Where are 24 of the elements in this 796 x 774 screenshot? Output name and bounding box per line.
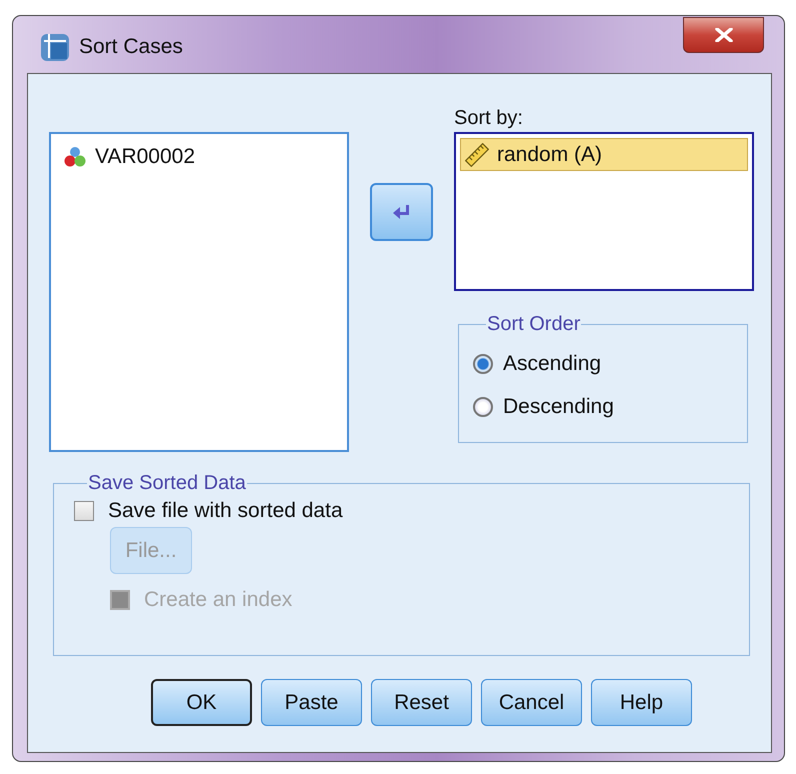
move-button[interactable] [370,183,433,241]
checkbox-label[interactable]: Save file with sorted data [108,499,343,523]
close-icon [714,28,734,42]
radio-label[interactable]: Ascending [503,352,602,376]
arrow-left-icon [392,204,412,220]
dialog-button[interactable]: Help [591,679,692,726]
radio-label[interactable]: Descending [503,394,614,418]
radio-button[interactable] [473,354,493,374]
list-item[interactable]: random (A) [460,138,748,171]
list-item[interactable]: VAR00002 [59,140,339,173]
dialog-button[interactable]: OK [151,679,252,726]
circles-icon [63,144,87,168]
group-title: Sort Order [486,313,582,336]
radio-button[interactable] [473,396,493,416]
checkbox[interactable] [74,501,94,521]
sort-by-list[interactable]: random (A) [454,132,754,291]
close-button[interactable] [683,17,764,53]
group-title: Save Sorted Data [87,472,247,495]
dialog-button[interactable]: Cancel [481,679,582,726]
variable-list[interactable]: VAR00002 [49,132,349,452]
window-title: Sort Cases [79,34,183,58]
sort-by-label: Sort by: [454,107,524,131]
dialog-button[interactable]: Reset [371,679,472,726]
dialog-button[interactable]: Paste [261,679,362,726]
